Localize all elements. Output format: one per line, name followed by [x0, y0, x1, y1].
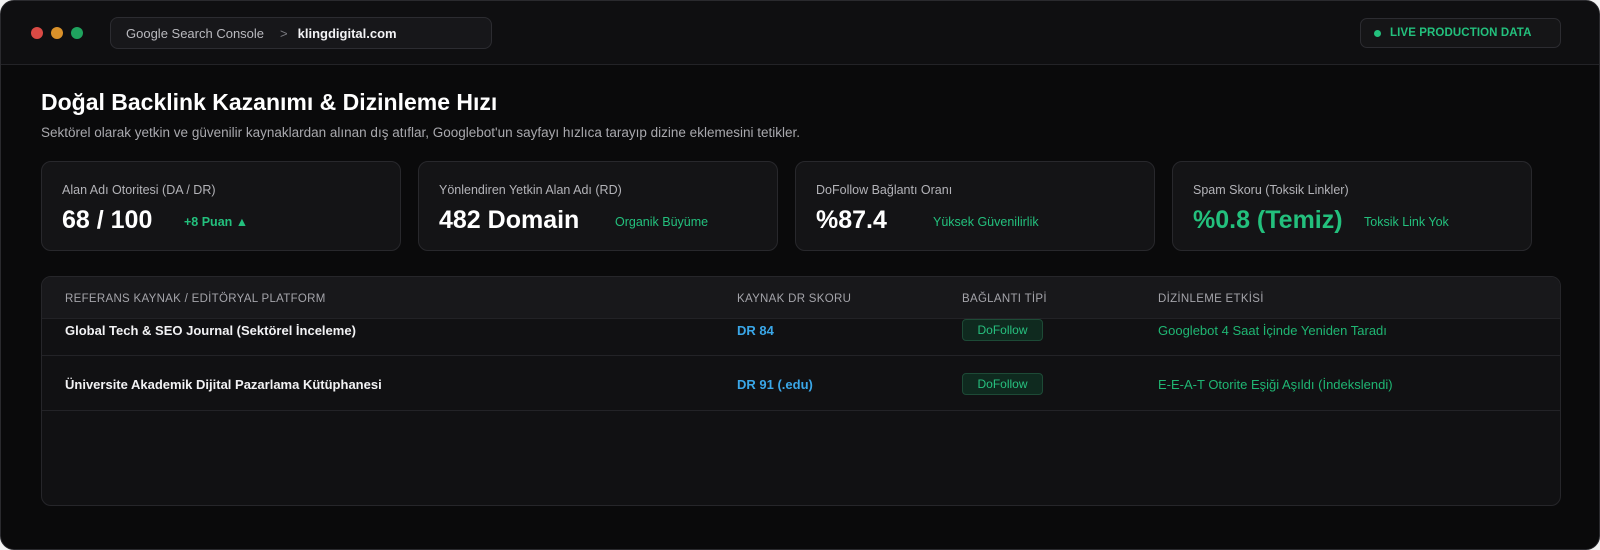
- kpi-label: Spam Skoru (Toksik Linkler): [1193, 183, 1349, 197]
- kpi-card-domain-authority: Alan Adı Otoritesi (DA / DR) 68 / 100 +8…: [41, 161, 401, 251]
- page-title: Doğal Backlink Kazanımı & Dizinleme Hızı: [41, 89, 498, 115]
- kpi-value: %0.8 (Temiz): [1193, 206, 1343, 234]
- breadcrumb-domain[interactable]: klingdigital.com: [298, 26, 397, 41]
- table-row[interactable]: Global Tech & SEO Journal (Sektörel İnce…: [42, 301, 1560, 356]
- minimize-window-button[interactable]: [51, 27, 63, 39]
- kpi-card-referring-domains: Yönlendiren Yetkin Alan Adı (RD) 482 Dom…: [418, 161, 778, 251]
- kpi-label: DoFollow Bağlantı Oranı: [816, 183, 953, 197]
- kpi-note: Toksik Link Yok: [1364, 215, 1449, 229]
- link-type-badge: DoFollow: [962, 319, 1043, 341]
- kpi-label: Yönlendiren Yetkin Alan Adı (RD): [439, 183, 622, 197]
- breadcrumb[interactable]: Google Search Console > klingdigital.com: [110, 17, 492, 49]
- breadcrumb-separator: >: [280, 25, 288, 41]
- live-status-badge: LIVE PRODUCTION DATA: [1360, 18, 1561, 48]
- kpi-label: Alan Adı Otoritesi (DA / DR): [62, 183, 216, 197]
- kpi-card-spam-score: Spam Skoru (Toksik Linkler) %0.8 (Temiz)…: [1172, 161, 1532, 251]
- kpi-card-dofollow-ratio: DoFollow Bağlantı Oranı %87.4 Yüksek Güv…: [795, 161, 1155, 251]
- source-cell: Global Tech & SEO Journal (Sektörel İnce…: [65, 323, 356, 338]
- index-impact-cell: Googlebot 4 Saat İçinde Yeniden Taradı: [1158, 323, 1387, 338]
- live-indicator-icon: [1374, 29, 1381, 37]
- maximize-window-button[interactable]: [71, 27, 83, 39]
- app-window: Google Search Console > klingdigital.com…: [0, 0, 1600, 550]
- close-window-button[interactable]: [31, 27, 43, 39]
- dr-score-cell: DR 84: [737, 323, 774, 338]
- title-bar: Google Search Console > klingdigital.com…: [1, 1, 1599, 65]
- breadcrumb-root[interactable]: Google Search Console: [126, 26, 264, 41]
- backlink-table: REFERANS KAYNAK / EDİTÖRYAL PLATFORM KAY…: [41, 276, 1561, 506]
- source-cell: Üniversite Akademik Dijital Pazarlama Kü…: [65, 377, 382, 392]
- dr-score-cell: DR 91 (.edu): [737, 377, 813, 392]
- link-type-badge: DoFollow: [962, 373, 1043, 395]
- kpi-value: 482 Domain: [439, 206, 580, 234]
- kpi-note: Yüksek Güvenilirlik: [933, 215, 1039, 229]
- kpi-value: %87.4: [816, 206, 887, 234]
- index-impact-cell: E-E-A-T Otorite Eşiği Aşıldı (İndekslend…: [1158, 377, 1393, 392]
- kpi-value: 68 / 100: [62, 206, 153, 234]
- kpi-trend-badge: +8 Puan ▲: [184, 215, 249, 229]
- page-subtitle: Sektörel olarak yetkin ve güvenilir kayn…: [41, 125, 800, 140]
- kpi-note: Organik Büyüme: [615, 215, 709, 229]
- table-row[interactable]: Üniversite Akademik Dijital Pazarlama Kü…: [42, 356, 1560, 411]
- live-status-label: LIVE PRODUCTION DATA: [1390, 27, 1532, 39]
